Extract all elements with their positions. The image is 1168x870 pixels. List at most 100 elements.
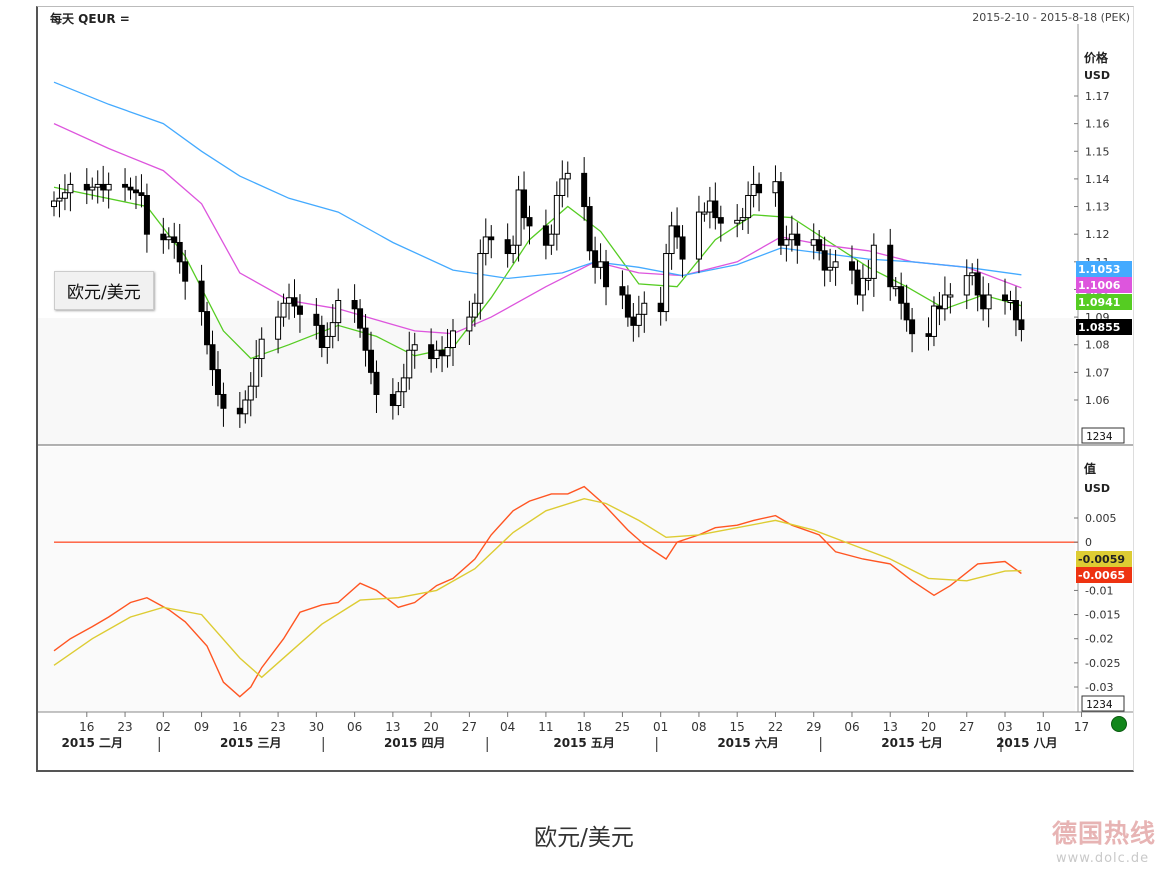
candle-body-up	[477, 253, 484, 304]
candle-body-up	[444, 346, 451, 357]
candle-body-down	[794, 233, 801, 246]
candle-body-up	[433, 349, 440, 360]
candle-body-down	[980, 294, 987, 310]
date-tick-label: 11	[538, 720, 553, 734]
price-badge-text: 1.0941	[1078, 296, 1120, 309]
candle-body-up	[406, 349, 413, 379]
candle-body-down	[362, 327, 369, 351]
candle-body-down	[296, 305, 303, 315]
date-tick-label: 13	[385, 720, 400, 734]
oscillator-panel-bg	[38, 447, 1075, 712]
candle-body-down	[182, 261, 189, 282]
candle-body-up	[947, 294, 954, 298]
candle-body-up	[165, 236, 172, 241]
candle-body-up	[641, 302, 648, 315]
candle-body-up	[247, 385, 254, 401]
candle-body-up	[941, 294, 948, 310]
candle-body-down	[777, 181, 784, 246]
candle-body-down	[1012, 300, 1019, 321]
candle-body-down	[603, 261, 610, 288]
candle-body-down	[854, 269, 861, 296]
watermark-url: www.dolc.de	[1056, 851, 1150, 866]
candle-body-down	[592, 250, 599, 268]
candle-body-down	[318, 324, 325, 348]
candle-body-up	[324, 335, 331, 348]
price-tick-label: 1.08	[1085, 339, 1110, 352]
candle-body-up	[559, 178, 566, 196]
candle-body-up	[810, 239, 817, 246]
candle-body-up	[701, 211, 708, 215]
candle-body-up	[466, 316, 473, 332]
candle-body-down	[160, 233, 167, 241]
candle-body-up	[695, 211, 702, 260]
osc-axis-unit: USD	[1084, 482, 1110, 495]
price-panel-bg-lower	[38, 318, 1075, 445]
candle-body-up	[827, 266, 834, 271]
date-tick-label: 23	[270, 720, 285, 734]
date-tick-label: 23	[117, 720, 132, 734]
candle-body-down	[630, 316, 637, 326]
candle-body-up	[969, 272, 976, 277]
candle-body-down	[439, 349, 446, 357]
candle-body-up	[67, 183, 74, 194]
date-tick-label: 01	[653, 720, 668, 734]
candle-body-up	[253, 358, 260, 387]
candle	[586, 196, 593, 261]
date-tick-label: 04	[500, 720, 515, 734]
candle-body-up	[985, 294, 992, 310]
date-range: 2015-2-10 - 2015-8-18 (PEK)	[972, 11, 1130, 24]
price-tick-label: 1.17	[1085, 90, 1110, 103]
candle-body-down	[679, 236, 686, 260]
candle-body-down	[122, 183, 129, 188]
candle-body-down	[351, 300, 358, 310]
candle-body-down	[821, 250, 828, 271]
month-label: 2015 二月	[61, 736, 123, 750]
candle-body-up	[930, 305, 937, 337]
candle-body-up	[56, 197, 63, 202]
price-tick-label: 1.12	[1085, 228, 1110, 241]
osc-tick-label: 0.005	[1085, 512, 1117, 525]
candle-body-up	[745, 194, 752, 219]
month-label: 2015 三月	[220, 736, 282, 750]
candle-body-up	[471, 302, 478, 318]
osc-tick-label: -0.025	[1085, 657, 1120, 670]
date-tick-label: 29	[806, 720, 821, 734]
candle	[777, 172, 784, 255]
osc-badge-text: -0.0059	[1078, 553, 1125, 566]
candle-body-up	[51, 200, 57, 208]
candle-body-down	[313, 313, 320, 326]
candle-body-up	[329, 322, 336, 337]
candle-body-down	[100, 183, 107, 191]
date-tick-label: 06	[844, 720, 859, 734]
candle-body-up	[395, 391, 402, 407]
osc-tick-label: -0.03	[1085, 681, 1113, 694]
date-tick-label: 15	[730, 720, 745, 734]
date-tick-label: 03	[997, 720, 1012, 734]
price-tick-label: 1.14	[1085, 173, 1110, 186]
candle-body-up	[668, 225, 675, 255]
date-tick-label: 16	[79, 720, 94, 734]
candle-body-up	[411, 344, 418, 351]
candle-body-down	[909, 319, 916, 335]
status-indicator-icon	[1111, 716, 1127, 732]
candle-body-up	[515, 189, 522, 246]
candle-body-down	[132, 189, 139, 194]
candle-body-down	[581, 172, 588, 208]
candle-body-up	[242, 399, 249, 415]
osc-badge: -0.0065	[1076, 567, 1132, 583]
candle-body-up	[564, 172, 571, 180]
candle-body-down	[925, 333, 932, 337]
candle-body-down	[974, 272, 981, 296]
candle-body-down	[619, 286, 626, 296]
candle-body-down	[848, 261, 855, 271]
candle-body-up	[275, 316, 282, 340]
candle-body-up	[449, 330, 456, 348]
candle-body-down	[171, 236, 178, 243]
candle-body-down	[1018, 319, 1025, 331]
date-tick-label: 22	[768, 720, 783, 734]
candle-body-down	[127, 186, 134, 191]
candle-body-down	[428, 344, 435, 360]
date-tick-label: 09	[194, 720, 209, 734]
date-tick-label: 10	[1036, 720, 1051, 734]
candle-body-down	[220, 393, 227, 409]
